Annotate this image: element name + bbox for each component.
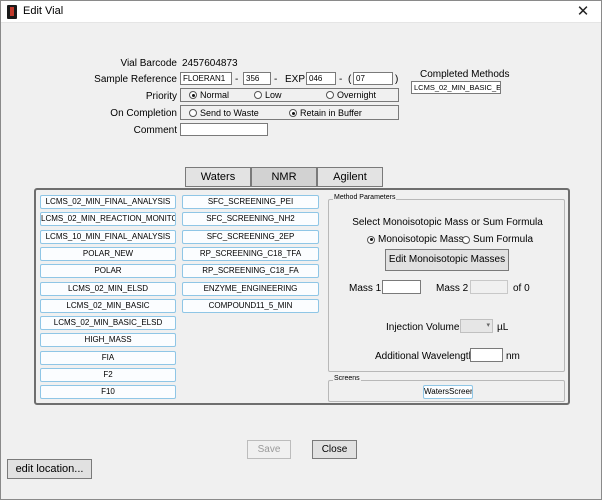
edit-vial-window: Edit Vial ✕ Vial Barcode 2457604873 Samp… [0, 0, 602, 500]
injection-volume-unit: µL [497, 322, 509, 333]
window-close-icon[interactable]: ✕ [573, 3, 593, 21]
sample-ref-part2-input[interactable]: 356 [243, 72, 271, 85]
vial-barcode-label: Vial Barcode [120, 58, 177, 69]
title-bar: Edit Vial ✕ [1, 1, 601, 23]
method-button[interactable]: SFC_SCREENING_NH2 [182, 212, 319, 227]
method-button[interactable]: RP_SCREENING_C18_FA [182, 264, 319, 279]
exp-label: EXP [285, 74, 306, 85]
mass2-input[interactable] [470, 280, 508, 294]
method-button[interactable]: LCMS_02_MIN_ELSD [40, 281, 176, 296]
edit-location-button[interactable]: edit location... [7, 459, 92, 479]
method-button[interactable]: ENZYME_ENGINEERING [182, 281, 319, 296]
save-button[interactable]: Save [247, 440, 291, 459]
monoisotopic-mass-radio[interactable]: Monoisotopic Mass [367, 234, 464, 245]
method-button[interactable]: LCMS_02_MIN_BASIC_ELSD [40, 316, 176, 331]
radio-selected-icon [289, 109, 297, 117]
select-mass-or-formula-label: Select Monoisotopic Mass or Sum Formula [352, 217, 543, 228]
vial-barcode-value: 2457604873 [182, 58, 238, 69]
chevron-down-icon: ▾ [486, 322, 490, 329]
sample-ref-part1-input[interactable]: FLOERAN1 [180, 72, 232, 85]
priority-overnight-radio[interactable]: Overnight [326, 90, 376, 100]
method-parameters-legend: Method Parameters [333, 194, 397, 201]
method-button[interactable]: SFC_SCREENING_2EP [182, 229, 319, 244]
method-button[interactable]: COMPOUND11_5_MIN [182, 298, 319, 313]
radio-empty-icon [189, 109, 197, 117]
completed-methods-label: Completed Methods [420, 69, 510, 80]
waters-screen-button[interactable]: WatersScreen [423, 385, 473, 399]
priority-low-radio[interactable]: Low [254, 90, 282, 100]
method-button[interactable]: POLAR_NEW [40, 246, 176, 261]
method-button[interactable]: SFC_SCREENING_PEI [182, 195, 319, 209]
method-button[interactable]: POLAR [40, 264, 176, 279]
method-button[interactable]: LCMS_02_MIN_FINAL_ANALYSIS [40, 195, 176, 209]
tab-waters[interactable]: Waters [185, 167, 251, 187]
radio-selected-icon [189, 91, 197, 99]
completed-method-item: LCMS_02_MIN_BASIC_ELSD [411, 81, 501, 94]
radio-empty-icon [462, 235, 470, 244]
injection-volume-select[interactable]: ▾ [460, 319, 493, 333]
screens-legend: Screens [333, 375, 361, 382]
exp-part2-input[interactable]: 07 [353, 72, 393, 85]
sample-ref-separator: - [274, 74, 278, 85]
method-button[interactable]: LCMS_02_MIN_REACTION_MONITORING [40, 212, 176, 227]
tab-nmr[interactable]: NMR [251, 167, 317, 187]
radio-empty-icon [254, 91, 262, 99]
tab-agilent[interactable]: Agilent [317, 167, 383, 187]
additional-wavelength-unit: nm [506, 351, 520, 362]
sample-ref-separator: - [235, 74, 239, 85]
priority-label: Priority [145, 91, 177, 102]
method-button[interactable]: LCMS_02_MIN_BASIC [40, 298, 176, 313]
mass1-input[interactable] [382, 280, 421, 294]
method-parameters-group: Method Parameters Select Monoisotopic Ma… [328, 194, 565, 372]
methods-panel: LCMS_02_MIN_FINAL_ANALYSIS LCMS_02_MIN_RE… [34, 188, 570, 405]
exp-separator: - [339, 74, 343, 85]
mass1-label: Mass 1 [349, 283, 382, 294]
method-button[interactable]: F2 [40, 368, 176, 382]
send-to-waste-radio[interactable]: Send to Waste [189, 108, 259, 118]
exp-close-paren: ) [395, 74, 399, 85]
window-title: Edit Vial [23, 5, 64, 17]
sum-formula-radio[interactable]: Sum Formula [462, 234, 533, 245]
edit-monoisotopic-masses-button[interactable]: Edit Monoisotopic Masses [385, 249, 509, 271]
comment-input[interactable] [180, 123, 268, 136]
additional-wavelength-label: Additional Wavelength [375, 351, 475, 362]
screens-group: Screens WatersScreen [328, 375, 565, 402]
method-button[interactable]: FIA [40, 350, 176, 365]
priority-normal-radio[interactable]: Normal [189, 90, 229, 100]
radio-selected-icon [367, 235, 375, 244]
mass-count-label: of 0 [513, 283, 530, 294]
close-button[interactable]: Close [312, 440, 357, 459]
retain-in-buffer-radio[interactable]: Retain in Buffer [289, 108, 362, 118]
additional-wavelength-input[interactable] [470, 348, 503, 362]
app-icon [7, 5, 17, 19]
injection-volume-label: Injection Volume [386, 322, 460, 333]
comment-label: Comment [133, 125, 177, 136]
priority-radio-group: Normal Low Overnight [180, 88, 399, 102]
sample-reference-label: Sample Reference [94, 74, 177, 85]
method-button[interactable]: F10 [40, 385, 176, 400]
on-completion-label: On Completion [110, 108, 177, 119]
method-button[interactable]: RP_SCREENING_C18_TFA [182, 246, 319, 261]
exp-part1-input[interactable]: 046 [306, 72, 336, 85]
method-button[interactable]: LCMS_10_MIN_FINAL_ANALYSIS [40, 229, 176, 244]
mass2-label: Mass 2 [436, 283, 469, 294]
on-completion-radio-group: Send to Waste Retain in Buffer [180, 105, 399, 120]
exp-open-paren: ( [348, 74, 352, 85]
method-button[interactable]: HIGH_MASS [40, 333, 176, 348]
radio-empty-icon [326, 91, 334, 99]
